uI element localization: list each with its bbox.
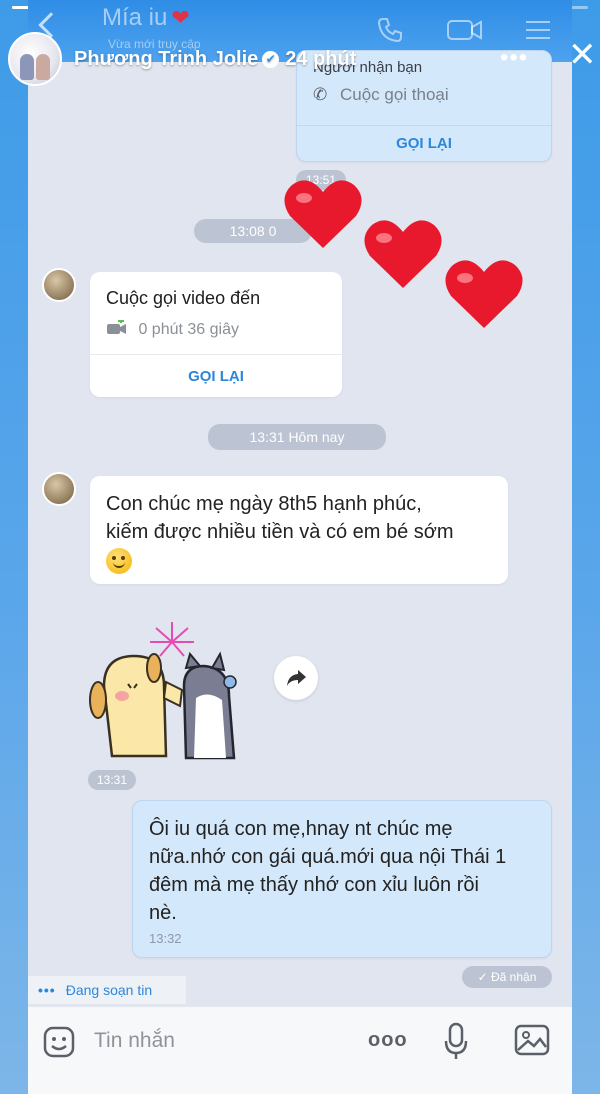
message-input[interactable]: Tin nhắn [94,1029,175,1053]
verified-badge-icon: ✔ [262,51,280,68]
avatar-figure [36,54,50,80]
story-author-avatar[interactable] [8,32,62,86]
share-arrow-icon [287,669,306,686]
call-back-button[interactable]: GỌI LẠI [90,368,342,385]
story-close-button[interactable]: ✕ [568,38,597,72]
typing-dots-icon: ••• [38,982,56,998]
delivered-status-badge: ✓ Đã nhận [462,966,552,988]
more-options-icon[interactable]: ooo [368,1029,408,1052]
call-type-label: Cuộc gọi thoại [339,85,449,104]
video-call-title: Cuộc gọi video đến [106,288,261,308]
time-pill: 13:31 Hôm nay [208,424,386,450]
message-line: Ôi iu quá con mẹ,hnay nt chúc mẹ [149,818,453,840]
story-time: 24 phút [285,48,357,70]
message-composer: Tin nhắn ooo [28,1006,572,1094]
video-call-icon [447,20,482,40]
message-line: Con chúc mẹ ngày 8th5 hạnh phúc, [106,493,422,515]
heart-icon [284,180,362,248]
call-back-button[interactable]: GỌI LẠI [297,135,551,152]
heart-icon [364,220,442,288]
chat-screenshot: Mía iu ❤ Vừa mới truy cập Người nhận bạn … [28,0,572,1094]
card-divider [297,125,551,126]
video-call-duration: 0 phút 36 giây [138,321,239,338]
video-call-missed-icon [107,319,126,334]
share-button[interactable] [274,656,318,700]
list-menu-icon [526,21,550,39]
dog-cat-sticker[interactable] [84,616,264,766]
sender-avatar [42,472,76,506]
message-line: đêm mà mẹ thấy nhớ con xỉu luôn rồi [149,874,479,896]
message-line: nè. [149,902,177,924]
heart-icon [445,260,523,328]
incoming-message-bubble[interactable]: Con chúc mẹ ngày 8th5 hạnh phúc, kiếm đư… [90,476,508,584]
chat-contact-name: Mía iu ❤ [102,4,190,31]
call-type-row: ✆ Cuộc gọi thoại [313,85,449,105]
typing-indicator: ••• Đang soạn tin [28,976,186,1004]
typing-label: Đang soạn tin [65,982,153,998]
heart-emoji-icon: ❤ [171,5,190,30]
phone-icon [377,18,402,43]
smile-emoji-icon [106,548,132,574]
story-author[interactable]: Phương Trinh Jolie ✔ 24 phút [74,48,356,71]
outgoing-message-bubble[interactable]: Ôi iu quá con mẹ,hnay nt chúc mẹ nữa.nhớ… [132,800,552,958]
message-line: nữa.nhớ con gái quá.mới qua nội Thái 1 [149,846,507,868]
story-author-name: Phương Trinh Jolie [74,48,259,70]
message-line: kiếm được nhiều tiền và có em bé sớm [106,521,454,543]
sticker-emoji-icon[interactable] [42,1025,76,1059]
story-more-button[interactable]: ••• [500,44,528,72]
image-gallery-icon[interactable] [514,1023,550,1057]
video-call-duration-row: 0 phút 36 giây [106,319,239,339]
avatar-figure [20,54,34,80]
phone-missed-icon: ✆ [313,85,328,104]
microphone-icon[interactable] [444,1021,468,1061]
sticker-time: 13:31 [88,770,136,790]
incoming-video-call-card: Cuộc gọi video đến 0 phút 36 giây GỌI LẠ… [90,272,342,397]
message-timestamp: 13:32 [149,931,182,946]
card-divider [90,354,342,355]
sender-avatar [42,268,76,302]
